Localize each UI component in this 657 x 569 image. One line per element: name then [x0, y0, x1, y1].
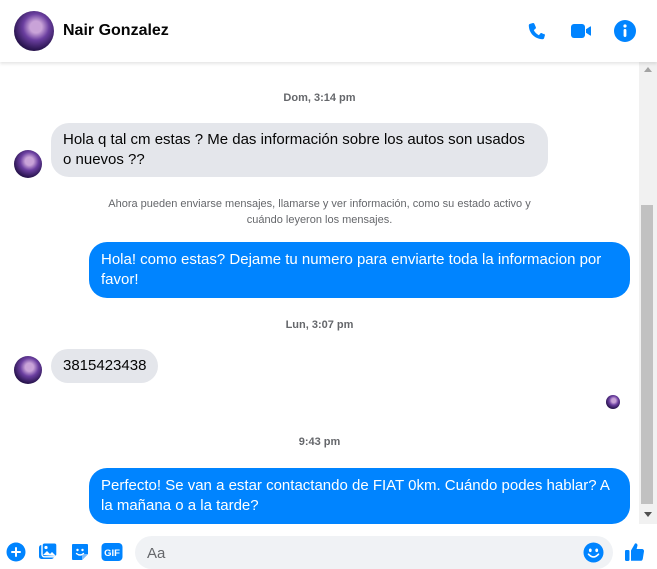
scrollbar-thumb[interactable]: [641, 205, 653, 504]
scroll-down-arrow-icon[interactable]: [644, 512, 652, 517]
contact-name[interactable]: Nair Gonzalez: [63, 22, 169, 40]
video-call-icon[interactable]: [569, 19, 593, 43]
like-icon[interactable]: [624, 541, 646, 563]
outgoing-message[interactable]: Perfecto! Se van a estar contactando de …: [89, 468, 630, 524]
timestamp: 9:43 pm: [298, 436, 341, 448]
message-input[interactable]: [147, 543, 567, 563]
info-icon[interactable]: [613, 19, 637, 43]
sticker-icon[interactable]: [70, 542, 90, 562]
outgoing-message[interactable]: Hola! como estas? Dejame tu numero para …: [89, 242, 630, 298]
scroll-up-arrow-icon[interactable]: [644, 67, 652, 72]
chat-header: Nair Gonzalez: [0, 0, 657, 62]
incoming-message[interactable]: 3815423438: [51, 349, 159, 383]
gif-icon[interactable]: GIF: [101, 542, 123, 562]
phone-icon[interactable]: [525, 19, 549, 43]
sender-avatar[interactable]: [14, 356, 42, 384]
privacy-notice: Ahora pueden enviarse mensajes, llamarse…: [108, 198, 531, 226]
gif-label: GIF: [104, 548, 120, 559]
incoming-message[interactable]: Hola q tal cm estas ? Me das información…: [51, 123, 548, 177]
add-icon[interactable]: [6, 542, 26, 562]
message-input-container[interactable]: [135, 536, 613, 569]
contact-avatar[interactable]: [14, 11, 54, 51]
timestamp: Lun, 3:07 pm: [285, 319, 354, 331]
emoji-icon[interactable]: [583, 542, 604, 563]
timestamp: Dom, 3:14 pm: [283, 92, 356, 104]
photo-icon[interactable]: [38, 542, 58, 562]
sender-avatar[interactable]: [14, 150, 42, 178]
seen-indicator-avatar: [606, 395, 620, 409]
